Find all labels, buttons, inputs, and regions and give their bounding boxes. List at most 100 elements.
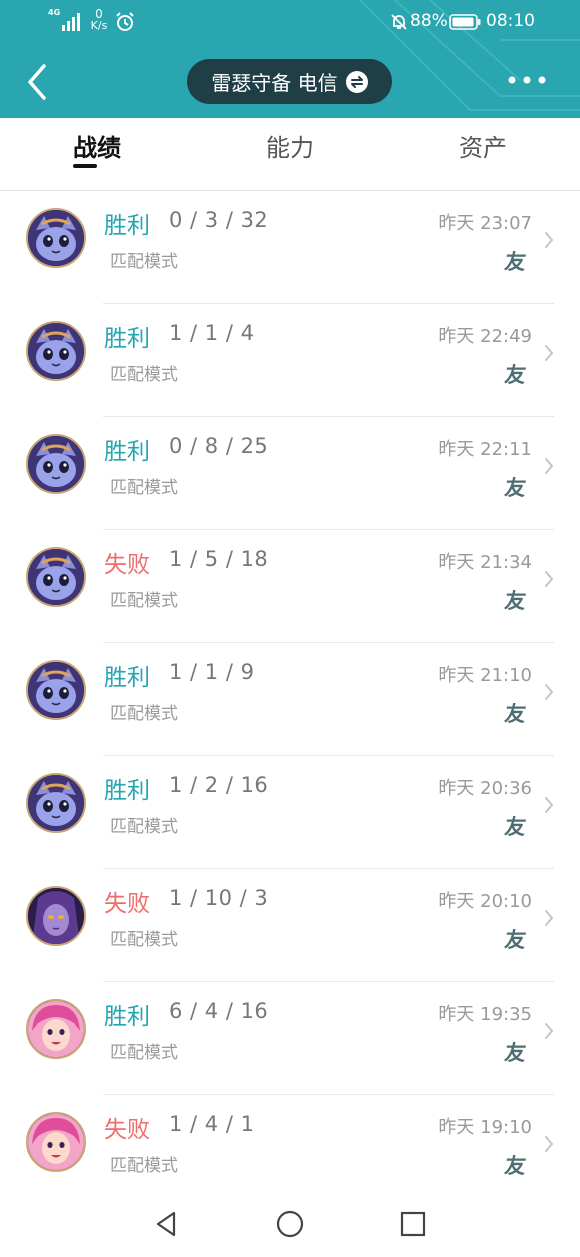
match-result: 失败 <box>104 891 150 917</box>
more-options-button[interactable] <box>506 70 548 90</box>
match-row[interactable]: 胜利 0 / 3 / 32 匹配模式 昨天 23:07 友 <box>0 191 580 304</box>
match-result: 胜利 <box>104 778 150 804</box>
match-result: 胜利 <box>104 326 150 352</box>
match-kda: 0 / 8 / 25 <box>169 434 269 458</box>
pink-hair-champion-avatar <box>26 1112 86 1172</box>
purple-cat-champion-avatar <box>26 773 86 833</box>
network-speed-unit: K/s <box>90 19 108 32</box>
purple-cat-champion-avatar <box>26 660 86 720</box>
purple-cat-champion-avatar <box>26 547 86 607</box>
tab-bar: 战绩 能力 资产 <box>0 118 580 191</box>
mute-bell-icon <box>391 14 407 30</box>
purple-cat-champion-avatar <box>26 321 86 381</box>
clock: 08:10 <box>486 11 535 31</box>
match-mode: 匹配模式 <box>110 1156 178 1176</box>
match-time: 昨天 22:11 <box>438 439 532 460</box>
nav-home-button[interactable] <box>275 1209 305 1239</box>
match-kda: 1 / 4 / 1 <box>169 1112 255 1136</box>
app-header: 4G 0 K/s 88% 08:10 雷瑟守备 电信 <box>0 0 580 118</box>
match-mode: 匹配模式 <box>110 478 178 498</box>
violet-mage-champion-avatar <box>26 886 86 946</box>
chevron-right-icon <box>545 458 554 474</box>
match-mode: 匹配模式 <box>110 817 178 837</box>
match-mode: 匹配模式 <box>110 930 178 950</box>
square-recents-icon <box>400 1211 426 1237</box>
match-row[interactable]: 胜利 0 / 8 / 25 匹配模式 昨天 22:11 友 <box>0 417 580 530</box>
match-kda: 1 / 10 / 3 <box>169 886 269 910</box>
match-mode: 匹配模式 <box>110 1043 178 1063</box>
friend-badge: 友 <box>503 815 528 839</box>
purple-cat-champion-avatar <box>26 434 86 494</box>
match-time: 昨天 19:10 <box>438 1117 532 1138</box>
match-mode: 匹配模式 <box>110 365 178 385</box>
pink-hair-champion-avatar <box>26 999 86 1059</box>
match-row[interactable]: 胜利 1 / 1 / 4 匹配模式 昨天 22:49 友 <box>0 304 580 417</box>
match-list: 胜利 0 / 3 / 32 匹配模式 昨天 23:07 友 胜利 1 / 1 /… <box>0 191 580 1208</box>
match-result: 胜利 <box>104 1004 150 1030</box>
chevron-right-icon <box>545 1136 554 1152</box>
status-bar: 4G 0 K/s 88% 08:10 <box>0 0 580 46</box>
tab-record[interactable]: 战绩 <box>37 128 157 163</box>
nav-recents-button[interactable] <box>398 1209 428 1239</box>
chevron-right-icon <box>545 571 554 587</box>
friend-badge: 友 <box>503 363 528 387</box>
match-row[interactable]: 胜利 1 / 1 / 9 匹配模式 昨天 21:10 友 <box>0 643 580 756</box>
signal-icon <box>62 13 80 31</box>
friend-badge: 友 <box>503 250 528 274</box>
match-time: 昨天 21:10 <box>438 665 532 686</box>
tab-ability[interactable]: 能力 <box>230 128 350 163</box>
swap-icon <box>345 70 368 93</box>
active-tab-indicator <box>73 164 97 168</box>
friend-badge: 友 <box>503 1154 528 1178</box>
chevron-right-icon <box>545 797 554 813</box>
account-switch-button[interactable]: 雷瑟守备 电信 <box>187 59 392 104</box>
match-result: 失败 <box>104 1117 150 1143</box>
match-kda: 1 / 5 / 18 <box>169 547 269 571</box>
chevron-right-icon <box>545 684 554 700</box>
match-time: 昨天 20:36 <box>438 778 532 799</box>
match-mode: 匹配模式 <box>110 704 178 724</box>
triangle-back-icon <box>156 1211 176 1237</box>
match-kda: 1 / 1 / 9 <box>169 660 255 684</box>
tab-assets[interactable]: 资产 <box>423 128 543 163</box>
match-kda: 0 / 3 / 32 <box>169 208 269 232</box>
chevron-right-icon <box>545 345 554 361</box>
purple-cat-champion-avatar <box>26 208 86 268</box>
friend-badge: 友 <box>503 702 528 726</box>
match-row[interactable]: 失败 1 / 5 / 18 匹配模式 昨天 21:34 友 <box>0 530 580 643</box>
network-speed: 0 K/s <box>88 8 110 32</box>
circle-home-icon <box>276 1210 304 1238</box>
match-time: 昨天 22:49 <box>438 326 532 347</box>
match-result: 胜利 <box>104 439 150 465</box>
match-time: 昨天 21:34 <box>438 552 532 573</box>
match-result: 胜利 <box>104 665 150 691</box>
match-row[interactable]: 胜利 6 / 4 / 16 匹配模式 昨天 19:35 友 <box>0 982 580 1095</box>
match-result: 胜利 <box>104 213 150 239</box>
nav-back-button[interactable] <box>152 1209 182 1239</box>
match-time: 昨天 20:10 <box>438 891 532 912</box>
alarm-icon <box>116 12 134 31</box>
back-button[interactable] <box>20 58 54 106</box>
account-label: 雷瑟守备 电信 <box>211 71 338 95</box>
battery-percent: 88% <box>410 11 448 31</box>
match-result: 失败 <box>104 552 150 578</box>
match-row[interactable]: 失败 1 / 4 / 1 匹配模式 昨天 19:10 友 <box>0 1095 580 1208</box>
system-nav-bar <box>0 1195 580 1257</box>
friend-badge: 友 <box>503 589 528 613</box>
match-mode: 匹配模式 <box>110 252 178 272</box>
friend-badge: 友 <box>503 476 528 500</box>
match-kda: 6 / 4 / 16 <box>169 999 269 1023</box>
match-mode: 匹配模式 <box>110 591 178 611</box>
chevron-right-icon <box>545 232 554 248</box>
match-time: 昨天 23:07 <box>438 213 532 234</box>
match-row[interactable]: 胜利 1 / 2 / 16 匹配模式 昨天 20:36 友 <box>0 756 580 869</box>
more-dots-icon <box>508 76 546 84</box>
friend-badge: 友 <box>503 1041 528 1065</box>
match-kda: 1 / 2 / 16 <box>169 773 269 797</box>
chevron-right-icon <box>545 910 554 926</box>
match-kda: 1 / 1 / 4 <box>169 321 255 345</box>
battery-icon <box>449 14 481 30</box>
friend-badge: 友 <box>503 928 528 952</box>
match-row[interactable]: 失败 1 / 10 / 3 匹配模式 昨天 20:10 友 <box>0 869 580 982</box>
chevron-left-icon <box>28 64 46 100</box>
